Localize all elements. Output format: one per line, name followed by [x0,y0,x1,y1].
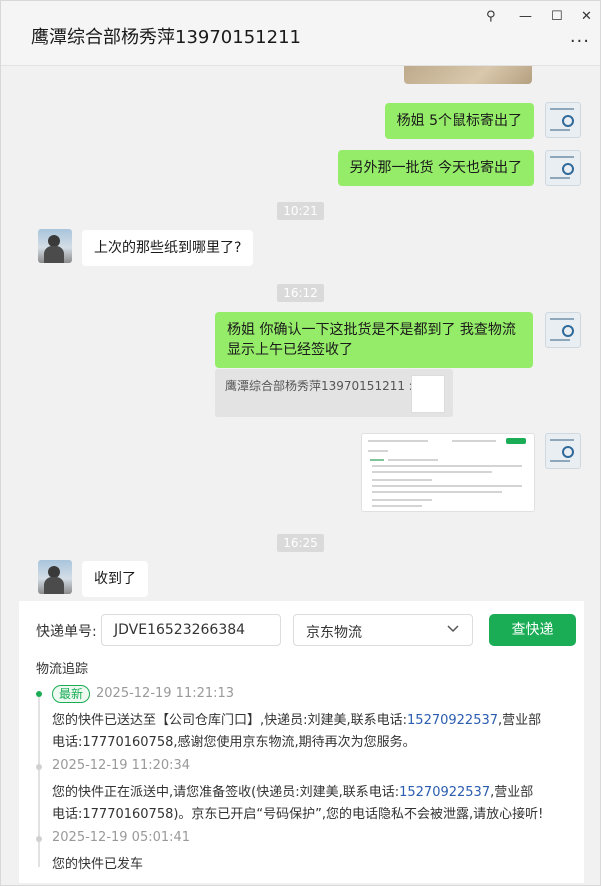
avatar[interactable] [545,150,581,186]
timestamp: 16:25 [1,532,600,552]
quote-thumbnail [411,375,445,413]
avatar[interactable] [545,102,581,138]
event-description: 您的快件已送达至【公司仓库门口】,快递员:刘建美,联系电话:1527092253… [52,713,542,728]
pin-icon[interactable]: ⚲ [486,9,496,24]
tracking-section-title: 物流追踪 [36,662,89,677]
minimize-icon[interactable]: — [519,9,532,24]
query-tracking-button[interactable]: 查快递 [489,614,576,646]
maximize-icon[interactable]: ☐ [551,9,563,24]
timeline-node [36,691,42,697]
more-options-icon[interactable]: ··· [570,31,590,52]
chat-window: 鹰潭综合部杨秀萍13970151211 ⚲ — ☐ ✕ ··· 杨姐 5个鼠标寄… [0,0,601,886]
tracking-number-input[interactable]: JDVE16523266384 [101,614,281,646]
event-description: 您的快件正在派送中,请您准备签收(快递员:刘建美,联系电话:1527092253… [52,785,534,800]
message-list[interactable]: 杨姐 5个鼠标寄出了 另外那一批货 今天也寄出了 10:21 上次的那些纸到哪里… [1,66,600,601]
event-time: 2025-12-19 11:20:34 [52,758,191,773]
chevron-down-icon [446,621,460,639]
image-message[interactable] [404,66,532,84]
timestamp: 16:12 [1,282,600,302]
avatar[interactable] [545,433,581,469]
close-icon[interactable]: ✕ [581,9,592,24]
avatar[interactable] [38,560,72,594]
carrier-select[interactable]: 京东物流 [293,614,473,646]
outgoing-message[interactable]: 杨姐 你确认一下这批货是不是都到了 我查物流 显示上午已经签收了 [215,312,533,368]
timeline-node [36,764,42,770]
tracking-number-label: 快递单号: [36,624,97,640]
event-description: 您的快件已发车 [52,857,144,872]
event-time: 2025-12-19 11:21:13 [96,686,235,701]
title-bar: 鹰潭综合部杨秀萍13970151211 ⚲ — ☐ ✕ ··· [1,1,600,66]
event-description: 电话:17770160758)。京东已开启“号码保护”,您的电话隐私不会被泄露,… [52,807,544,822]
chat-title: 鹰潭综合部杨秀萍13970151211 [31,27,301,48]
timestamp: 10:21 [1,200,600,220]
avatar[interactable] [38,229,72,263]
quoted-message[interactable]: 鹰潭综合部杨秀萍13970151211 : [215,369,453,417]
event-time: 2025-12-19 05:01:41 [52,830,191,845]
incoming-message[interactable]: 收到了 [82,561,148,597]
outgoing-message[interactable]: 另外那一批货 今天也寄出了 [337,150,534,186]
outgoing-message[interactable]: 杨姐 5个鼠标寄出了 [384,103,534,139]
event-description: 电话:17770160758,感谢您使用京东物流,期待再次为您服务。 [52,735,416,750]
incoming-message[interactable]: 上次的那些纸到哪里了? [82,230,254,266]
avatar[interactable] [545,312,581,348]
screenshot-image[interactable] [361,433,535,512]
latest-badge: 最新 [52,685,91,703]
timeline-node [36,836,42,842]
tracking-panel: 快递单号: JDVE16523266384 京东物流 查快递 物流追踪 最新 2… [19,601,584,883]
